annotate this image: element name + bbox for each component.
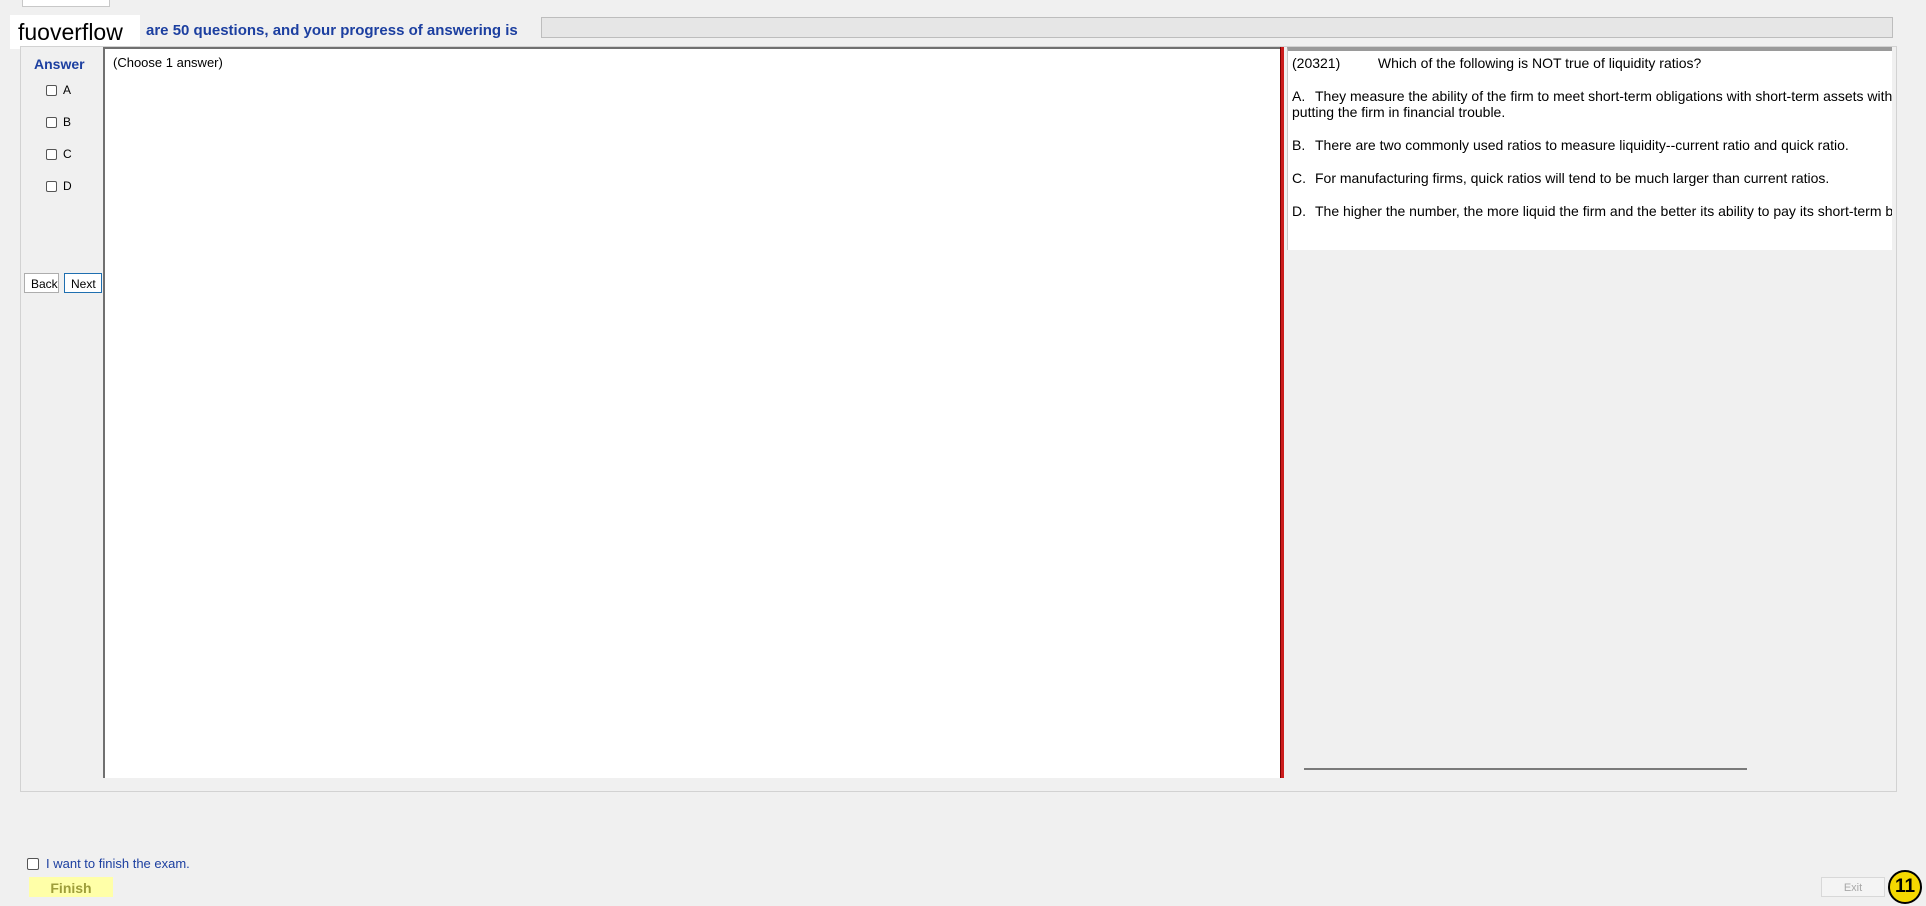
choice-c: C. For manufacturing firms, quick ratios … — [1292, 170, 1892, 186]
choice-a-text: They measure the ability of the firm to … — [1292, 88, 1892, 120]
finish-exam-label: I want to finish the exam. — [46, 856, 190, 871]
option-c[interactable]: C — [46, 146, 72, 162]
option-c-label: C — [63, 147, 72, 161]
question-id: (20321) — [1292, 55, 1341, 71]
answer-work-area[interactable]: (Choose 1 answer) — [103, 47, 1283, 778]
question-text: Which of the following is NOT true of li… — [1377, 55, 1702, 71]
finish-button[interactable]: Finish — [29, 877, 113, 897]
next-button[interactable]: Next — [64, 273, 102, 293]
question-box: (20321) Which of the following is NOT tr… — [1287, 47, 1892, 250]
option-b-label: B — [63, 115, 72, 129]
choice-c-letter: C. — [1292, 170, 1306, 186]
choice-a-letter: A. — [1292, 88, 1306, 104]
back-button[interactable]: Back — [24, 273, 59, 293]
choice-d: D. The higher the number, the more liquid… — [1292, 203, 1892, 219]
option-a-label: A — [63, 83, 72, 97]
option-d-checkbox[interactable] — [46, 180, 57, 192]
question-stem: (20321) Which of the following is NOT tr… — [1292, 55, 1701, 71]
option-a[interactable]: A — [46, 82, 71, 98]
page-number-badge: 11 — [1888, 870, 1922, 904]
finish-exam-check[interactable]: I want to finish the exam. — [27, 856, 190, 871]
option-b[interactable]: B — [46, 114, 71, 130]
option-d[interactable]: D — [46, 178, 72, 194]
option-d-label: D — [63, 179, 72, 193]
exit-button[interactable]: Exit — [1821, 877, 1885, 897]
option-c-checkbox[interactable] — [46, 148, 57, 160]
finish-exam-checkbox[interactable] — [27, 857, 39, 870]
choice-b: B. There are two commonly used ratios to … — [1292, 137, 1892, 153]
exam-window: fuoverflow are 50 questions, and your pr… — [0, 0, 1926, 906]
choice-d-letter: D. — [1292, 203, 1306, 219]
choose-hint: (Choose 1 answer) — [113, 55, 223, 70]
window-tab[interactable] — [22, 0, 110, 7]
choice-b-letter: B. — [1292, 137, 1306, 153]
choice-a: A. They measure the ability of the firm t… — [1292, 88, 1892, 120]
horizontal-scrollbar[interactable] — [1304, 768, 1747, 770]
pane-splitter[interactable] — [1280, 47, 1284, 778]
logo: fuoverflow — [10, 15, 140, 49]
answer-title: Answer — [34, 56, 85, 72]
progress-text: are 50 questions, and your progress of a… — [146, 22, 518, 39]
choice-c-text: For manufacturing firms, quick ratios wi… — [1315, 170, 1830, 186]
choice-b-text: There are two commonly used ratios to me… — [1315, 137, 1849, 153]
option-a-checkbox[interactable] — [46, 84, 57, 96]
choice-d-text: The higher the number, the more liquid t… — [1315, 203, 1892, 219]
progress-bar — [541, 17, 1893, 38]
option-b-checkbox[interactable] — [46, 116, 57, 128]
